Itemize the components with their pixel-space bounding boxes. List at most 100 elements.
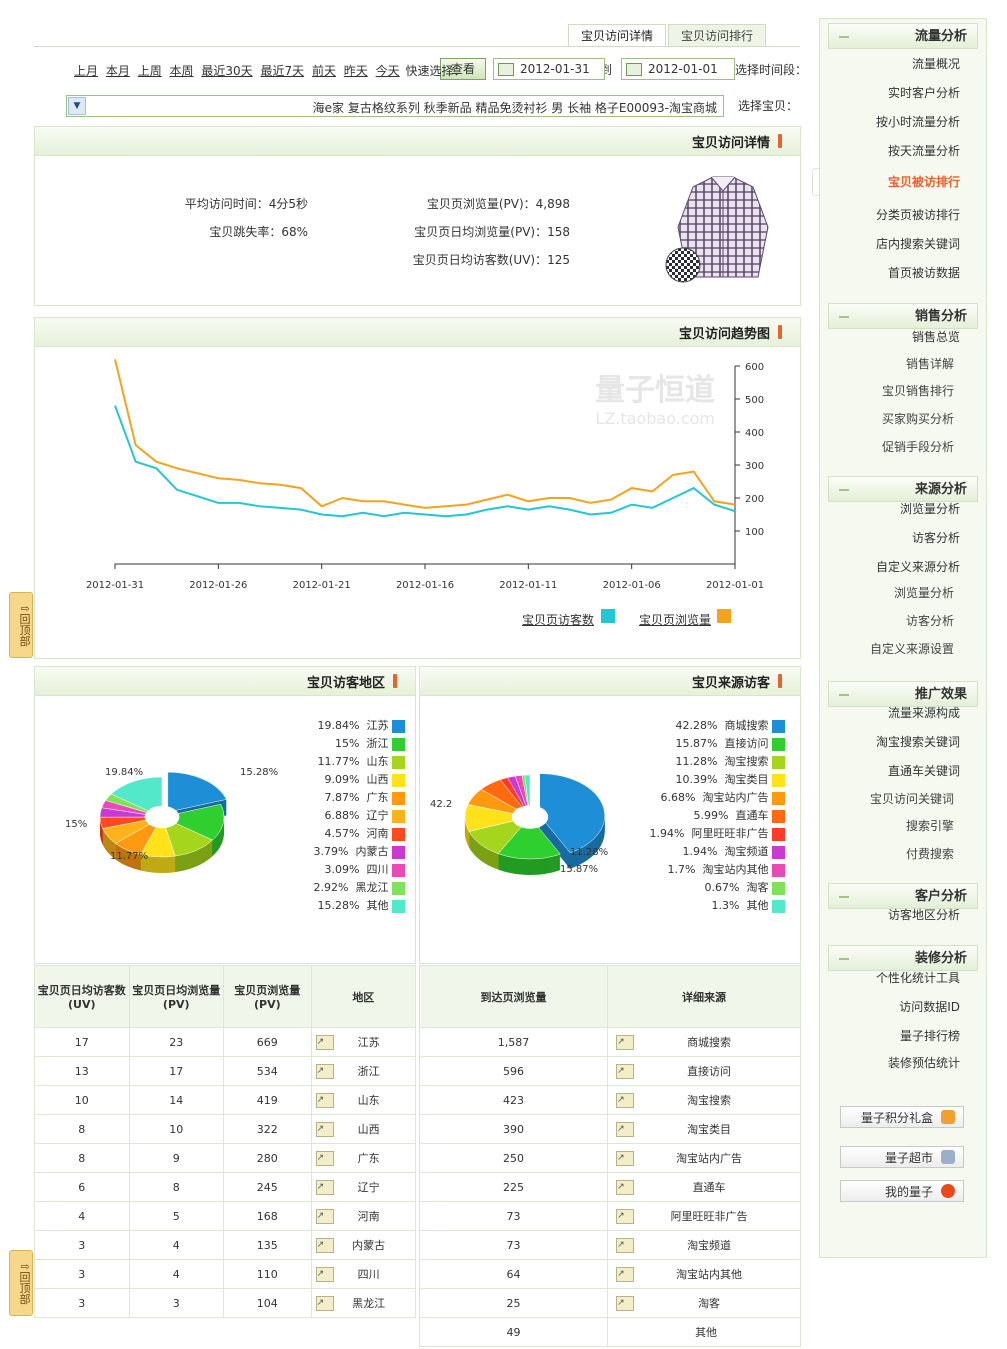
sidebar-item[interactable]: 分类页被访排行 — [876, 206, 960, 223]
chevron-down-icon[interactable]: ▼ — [68, 97, 86, 115]
trend-chart-icon[interactable]: ↗ — [315, 1093, 334, 1109]
date-from-input[interactable]: 2012-01-01 — [621, 58, 735, 80]
sidebar-item[interactable]: 实时客户分析 — [888, 84, 960, 101]
sidebar-item[interactable]: 付费搜索 — [906, 845, 954, 862]
legend-label: 直通车 — [735, 809, 769, 822]
arrow-up-icon: ⇧ — [18, 603, 31, 614]
sidebar-group-header[interactable]: 来源分析 — [828, 476, 978, 502]
sidebar-item[interactable]: 直通车关键词 — [888, 762, 960, 779]
sidebar-item[interactable]: 流量来源构成 — [888, 704, 960, 721]
quick-link-today[interactable]: 今天 — [376, 64, 400, 78]
back-to-top-button[interactable]: ⇧回顶部 — [9, 1250, 33, 1316]
tab-item-ranking[interactable]: 宝贝访问排行 — [668, 24, 767, 47]
back-to-top-button[interactable]: ⇧回顶部 — [9, 592, 33, 658]
points-gift-button[interactable]: 量子积分礼盒 — [840, 1106, 964, 1128]
region-value-cell: 10 — [128, 1114, 224, 1144]
table-row: 596 ↗ 直接访问 — [418, 1056, 801, 1086]
sidebar-item[interactable]: 访问数据ID — [899, 998, 960, 1015]
trend-chart-icon[interactable]: ↗ — [616, 1122, 635, 1138]
sidebar-item[interactable]: 访客分析 — [906, 612, 954, 629]
trend-chart-icon[interactable]: ↗ — [616, 1238, 635, 1254]
quick-link-7days[interactable]: 最近7天 — [260, 64, 304, 78]
trend-chart-icon[interactable]: ↗ — [315, 1180, 334, 1196]
quick-link-this-week[interactable]: 本周 — [170, 64, 194, 78]
legend-pv-label[interactable]: 宝贝页浏览量 — [639, 611, 711, 628]
legend-pv-swatch[interactable] — [717, 609, 731, 623]
trend-chart-icon[interactable]: ↗ — [315, 1209, 334, 1225]
trend-chart-icon[interactable]: ↗ — [315, 1267, 334, 1283]
sidebar-item[interactable]: 访客分析 — [912, 529, 960, 546]
trend-chart-icon[interactable]: ↗ — [315, 1035, 334, 1051]
sidebar-item[interactable]: 访客地区分析 — [888, 906, 960, 923]
sidebar-item[interactable]: 流量概况 — [912, 55, 960, 72]
calendar-icon — [498, 62, 514, 76]
source-count-cell: 73 — [418, 1230, 609, 1260]
trend-chart-icon[interactable]: ↗ — [315, 1122, 334, 1138]
trend-chart-icon[interactable]: ↗ — [315, 1064, 334, 1080]
region-value-cell: 3 — [34, 1288, 130, 1318]
collapse-icon[interactable] — [839, 896, 849, 898]
sidebar-item[interactable]: 浏览量分析 — [894, 584, 954, 601]
sidebar-item[interactable]: 搜索引擎 — [906, 817, 954, 834]
sidebar-item[interactable]: 个性化统计工具 — [876, 969, 960, 986]
sidebar-item[interactable]: 宝贝销售排行 — [882, 382, 954, 399]
sidebar-item[interactable]: 自定义来源设置 — [870, 640, 954, 657]
sidebar-item[interactable]: 宝贝访问关键词 — [870, 790, 954, 807]
source-name-cell: 淘客 — [698, 1296, 721, 1310]
legend-label: 淘宝站内广告 — [702, 791, 769, 804]
sidebar-item[interactable]: 店内搜索关键词 — [876, 235, 960, 252]
quick-link-30days[interactable]: 最近30天 — [201, 64, 252, 78]
quantum-market-button[interactable]: 量子超市 — [840, 1146, 964, 1168]
item-select[interactable]: ▼ 海e家 复古格纹系列 秋季新品 精品免烫衬衫 男 长袖 格子E00093-淘… — [66, 95, 724, 117]
trend-chart-icon[interactable]: ↗ — [616, 1064, 635, 1080]
trend-chart-icon[interactable]: ↗ — [616, 1267, 635, 1283]
trend-chart-icon[interactable]: ↗ — [616, 1180, 635, 1196]
quick-link-last-week[interactable]: 上周 — [138, 64, 162, 78]
sidebar-item[interactable]: 买家购买分析 — [882, 410, 954, 427]
quick-link-last-month[interactable]: 上月 — [74, 64, 98, 78]
legend-uv-label[interactable]: 宝贝页访客数 — [522, 611, 594, 628]
sidebar-item[interactable]: 自定义来源分析 — [876, 558, 960, 575]
table-row: 225 ↗ 直通车 — [418, 1172, 801, 1202]
trend-chart-icon[interactable]: ↗ — [616, 1209, 635, 1225]
sidebar-item[interactable]: 宝贝被访排行 — [888, 173, 960, 190]
sidebar-item[interactable]: 按天流量分析 — [888, 142, 960, 159]
trend-chart-icon[interactable]: ↗ — [616, 1035, 635, 1051]
sidebar-group-header[interactable]: 销售分析 — [828, 303, 978, 329]
sidebar-item[interactable]: 量子排行榜 — [900, 1027, 960, 1044]
legend-uv-swatch[interactable] — [601, 609, 615, 623]
trend-panel-header: 宝贝访问趋势图 — [35, 318, 800, 347]
legend-value: 6.68% — [660, 791, 696, 804]
sidebar-group-header[interactable]: 装修分析 — [828, 945, 978, 971]
trend-chart-icon[interactable]: ↗ — [315, 1238, 334, 1254]
legend-item: 15.28% 其他 — [318, 897, 405, 913]
tab-item-detail[interactable]: 宝贝访问详情 — [568, 24, 667, 47]
collapse-icon[interactable] — [839, 316, 849, 318]
trend-chart-icon[interactable]: ↗ — [616, 1151, 635, 1167]
sidebar-item[interactable]: 装修预估统计 — [888, 1054, 960, 1071]
my-quantum-button[interactable]: 我的量子 — [840, 1180, 964, 1202]
sidebar-item[interactable]: 销售详解 — [906, 355, 954, 372]
trend-chart-icon[interactable]: ↗ — [315, 1296, 334, 1312]
source-count-cell: 225 — [418, 1172, 609, 1202]
sidebar-group-header[interactable]: 流量分析 — [828, 23, 978, 49]
quick-link-yesterday[interactable]: 昨天 — [344, 64, 368, 78]
sidebar-item[interactable]: 促销手段分析 — [882, 438, 954, 455]
col-source-count: 到达页浏览量 — [418, 965, 609, 1028]
sidebar-item[interactable]: 销售总览 — [912, 328, 960, 345]
sidebar-item[interactable]: 浏览量分析 — [900, 500, 960, 517]
quick-link-day-before[interactable]: 前天 — [312, 64, 336, 78]
trend-chart-icon[interactable]: ↗ — [616, 1296, 635, 1312]
region-panel: 宝贝访客地区 19.84% 15% 11.77% 15.28% 19.84% 江苏 1… — [34, 666, 416, 964]
trend-chart-icon[interactable]: ↗ — [315, 1151, 334, 1167]
collapse-icon[interactable] — [839, 36, 849, 38]
sidebar-item[interactable]: 首页被访数据 — [888, 264, 960, 281]
sidebar-item[interactable]: 按小时流量分析 — [876, 113, 960, 130]
collapse-icon[interactable] — [839, 958, 849, 960]
collapse-icon[interactable] — [839, 694, 849, 696]
collapse-icon[interactable] — [839, 489, 849, 491]
sidebar-item[interactable]: 淘宝搜索关键词 — [876, 733, 960, 750]
quick-link-this-month[interactable]: 本月 — [106, 64, 130, 78]
trend-chart-icon[interactable]: ↗ — [616, 1093, 635, 1109]
date-to-input[interactable]: 2012-01-31 — [493, 58, 605, 80]
